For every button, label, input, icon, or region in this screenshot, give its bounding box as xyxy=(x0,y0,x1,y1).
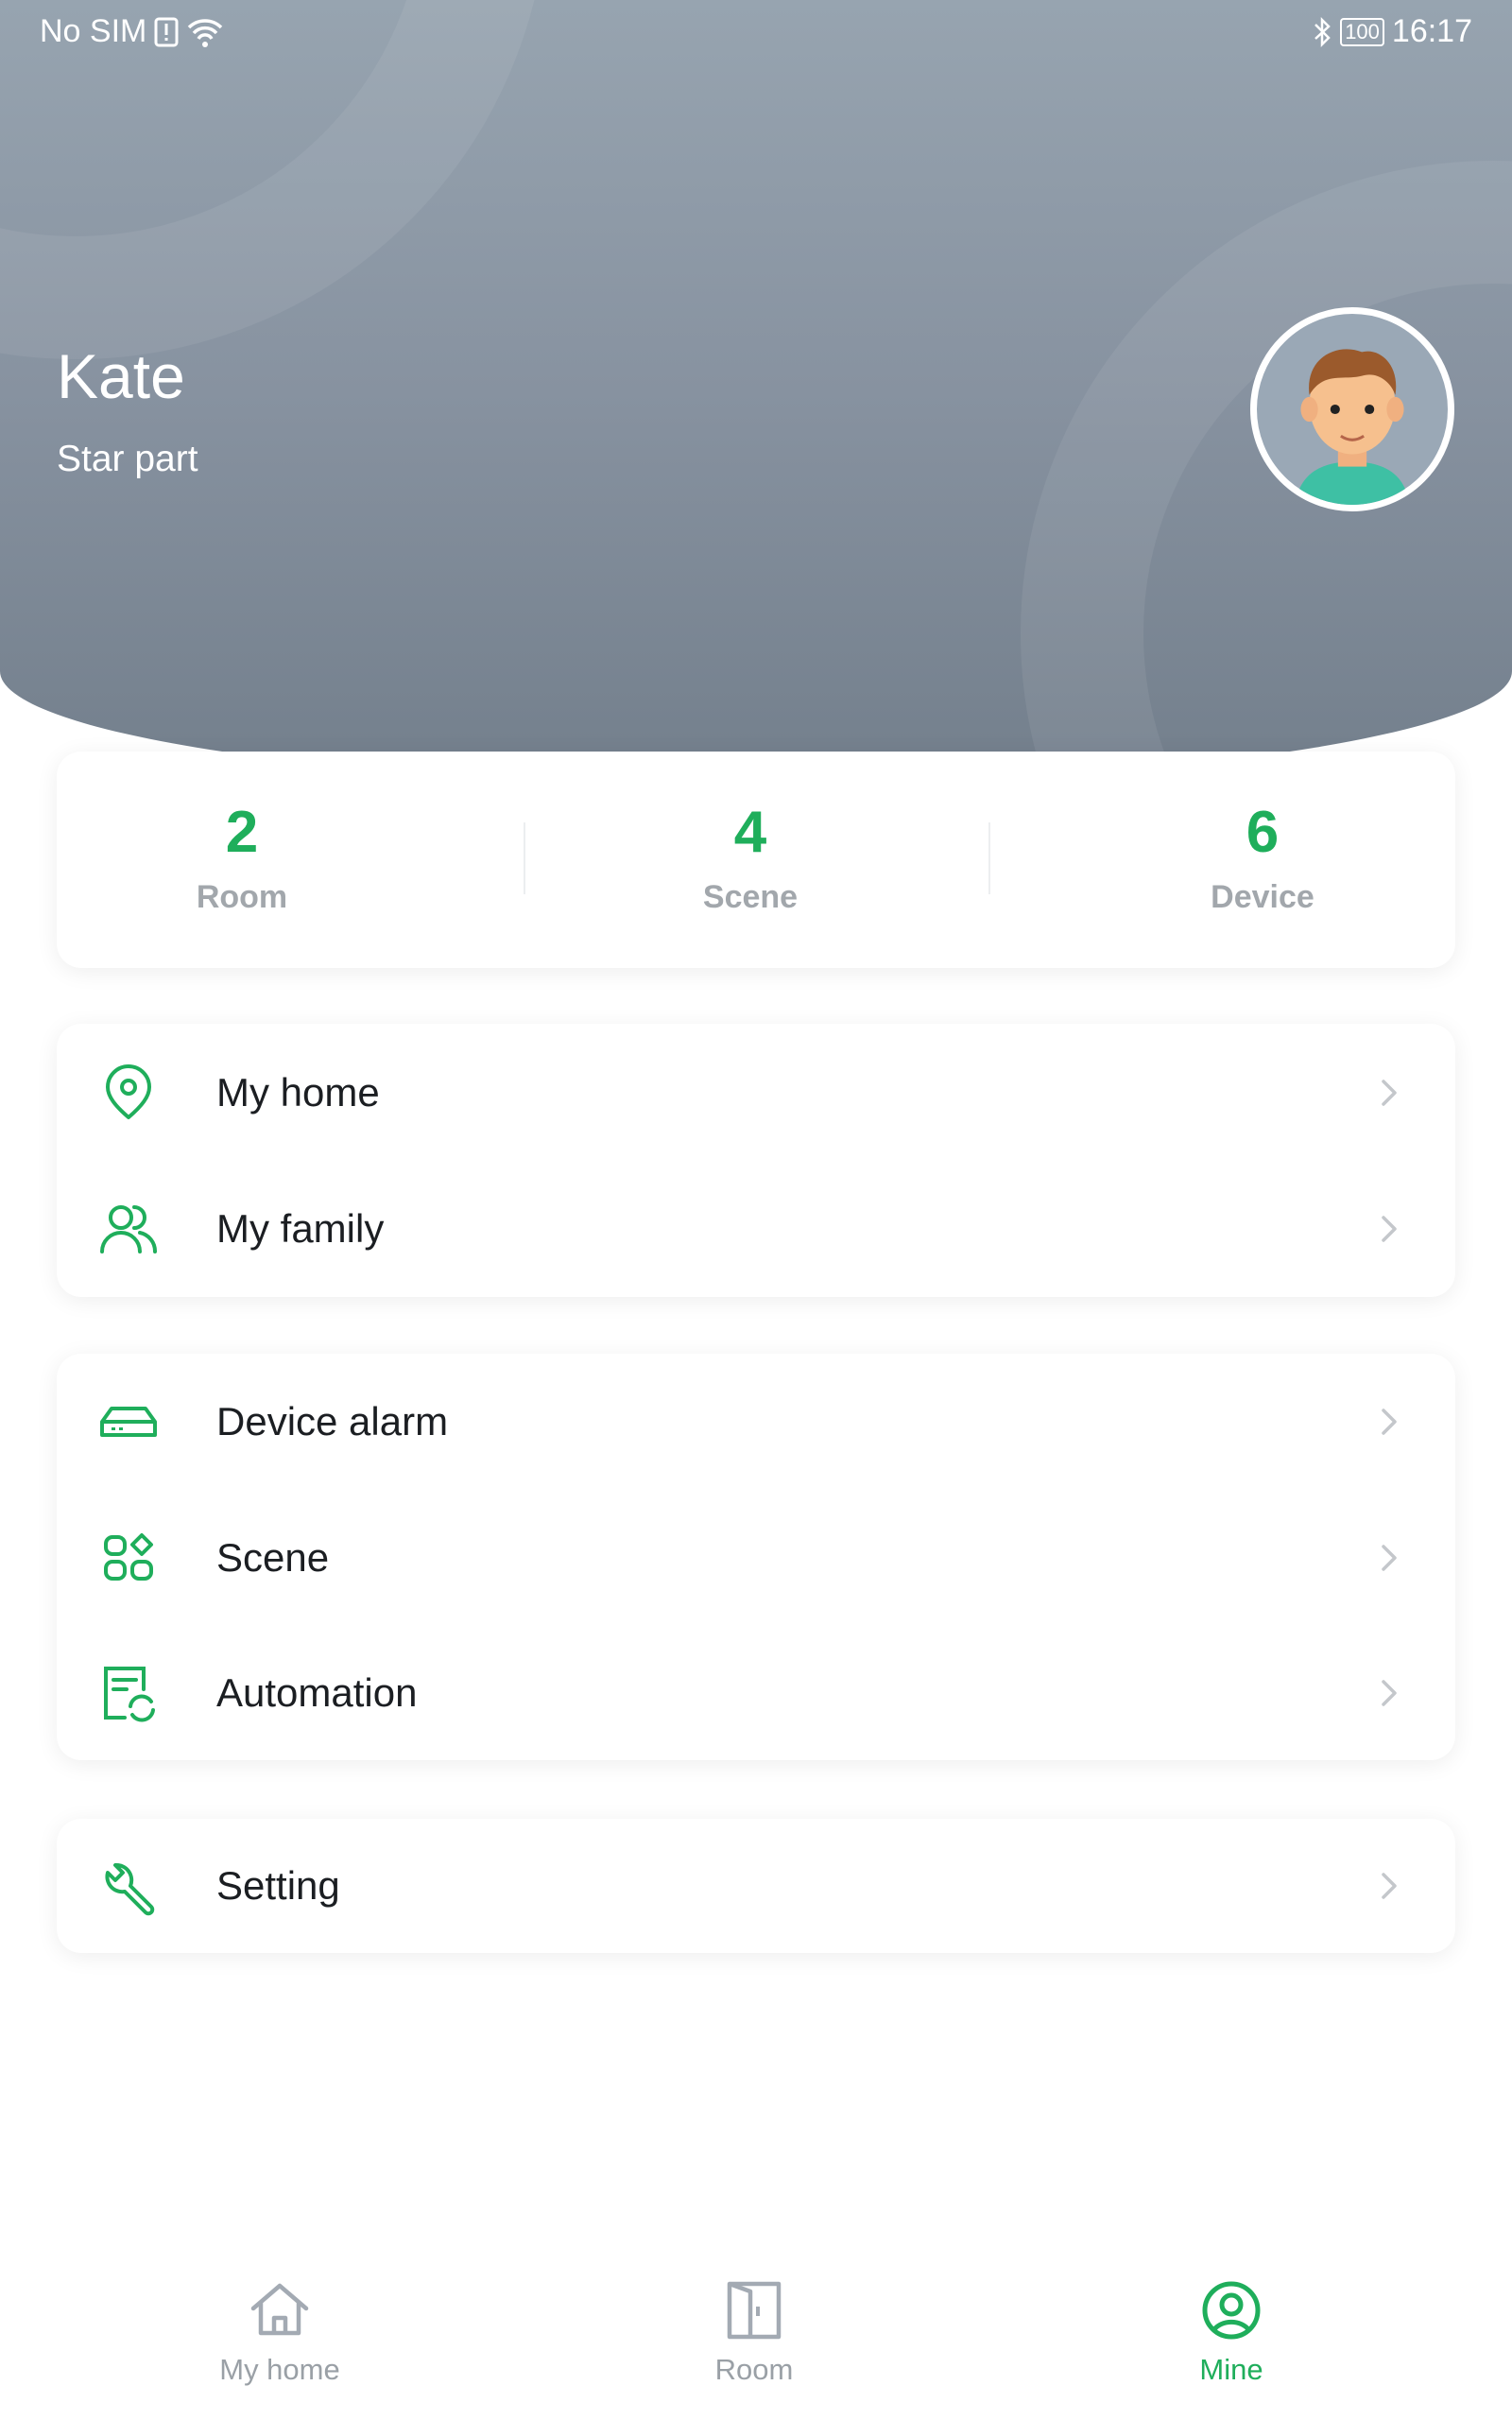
door-icon xyxy=(727,2281,782,2340)
nav-room[interactable]: Room xyxy=(612,2278,896,2387)
menu-item-automation[interactable]: Automation xyxy=(57,1627,1455,1759)
device-icon xyxy=(100,1407,157,1437)
stat-value: 6 xyxy=(1246,800,1280,865)
family-icon xyxy=(100,1205,158,1253)
menu-item-label: My family xyxy=(216,1206,385,1251)
chevron-right-icon xyxy=(1372,1076,1406,1110)
stat-value: 4 xyxy=(733,800,767,865)
home-icon xyxy=(250,2283,309,2336)
menu-item-label: Automation xyxy=(216,1670,418,1715)
clock: 16:17 xyxy=(1391,13,1472,49)
menu-item-label: Scene xyxy=(216,1535,330,1580)
menu-item-label: Setting xyxy=(216,1863,340,1908)
nav-my-home[interactable]: My home xyxy=(138,2278,421,2387)
stat-value: 2 xyxy=(225,800,259,865)
wrench-icon xyxy=(105,1862,155,1916)
stat-scene[interactable]: 4 Scene xyxy=(609,799,892,916)
menu-item-device-alarm[interactable]: Device alarm xyxy=(57,1356,1455,1488)
stat-device[interactable]: 6 Device xyxy=(1121,799,1404,916)
menu-item-setting[interactable]: Setting xyxy=(57,1820,1455,1952)
status-left: No SIM xyxy=(40,13,224,50)
menu-item-label: My home xyxy=(216,1070,380,1115)
stat-label: Scene xyxy=(702,879,799,915)
chevron-right-icon xyxy=(1372,1405,1406,1439)
nav-label: Room xyxy=(714,2353,794,2386)
nav-label: My home xyxy=(219,2353,340,2386)
stat-label: Device xyxy=(1211,879,1314,915)
divider xyxy=(988,822,990,894)
scene-grid-icon xyxy=(104,1533,153,1581)
sim-alert-icon xyxy=(154,17,179,46)
wifi-icon xyxy=(188,18,223,47)
carrier-text: No SIM xyxy=(40,13,147,49)
chevron-right-icon xyxy=(1372,1676,1406,1710)
stat-room[interactable]: 2 Room xyxy=(100,799,384,916)
bluetooth-icon xyxy=(1314,16,1331,47)
location-pin-icon xyxy=(106,1064,151,1119)
automation-icon xyxy=(104,1667,155,1722)
menu-item-my-family[interactable]: My family xyxy=(57,1163,1455,1295)
menu-group-home: My home My family xyxy=(57,1024,1455,1297)
user-subtitle: Star part xyxy=(57,439,198,479)
status-right: 100 16:17 xyxy=(1312,13,1472,50)
menu-group-settings: Setting xyxy=(57,1819,1455,1953)
avatar[interactable] xyxy=(1250,307,1454,511)
stat-label: Room xyxy=(196,879,288,915)
user-circle-icon xyxy=(1202,2281,1261,2340)
chevron-right-icon xyxy=(1372,1869,1406,1903)
battery-icon: 100 xyxy=(1340,17,1384,46)
avatar-illustration xyxy=(1295,349,1410,505)
menu-item-scene[interactable]: Scene xyxy=(57,1492,1455,1624)
menu-item-my-home[interactable]: My home xyxy=(57,1027,1455,1159)
divider xyxy=(524,822,525,894)
nav-label: Mine xyxy=(1199,2353,1263,2386)
user-name: Kate xyxy=(57,341,185,411)
chevron-right-icon xyxy=(1372,1212,1406,1246)
nav-mine[interactable]: Mine xyxy=(1090,2278,1373,2387)
chevron-right-icon xyxy=(1372,1541,1406,1575)
menu-group-devices: Device alarm Scene Automation xyxy=(57,1354,1455,1760)
menu-item-label: Device alarm xyxy=(216,1399,449,1443)
stats-card: 2 Room 4 Scene 6 Device xyxy=(57,752,1455,968)
